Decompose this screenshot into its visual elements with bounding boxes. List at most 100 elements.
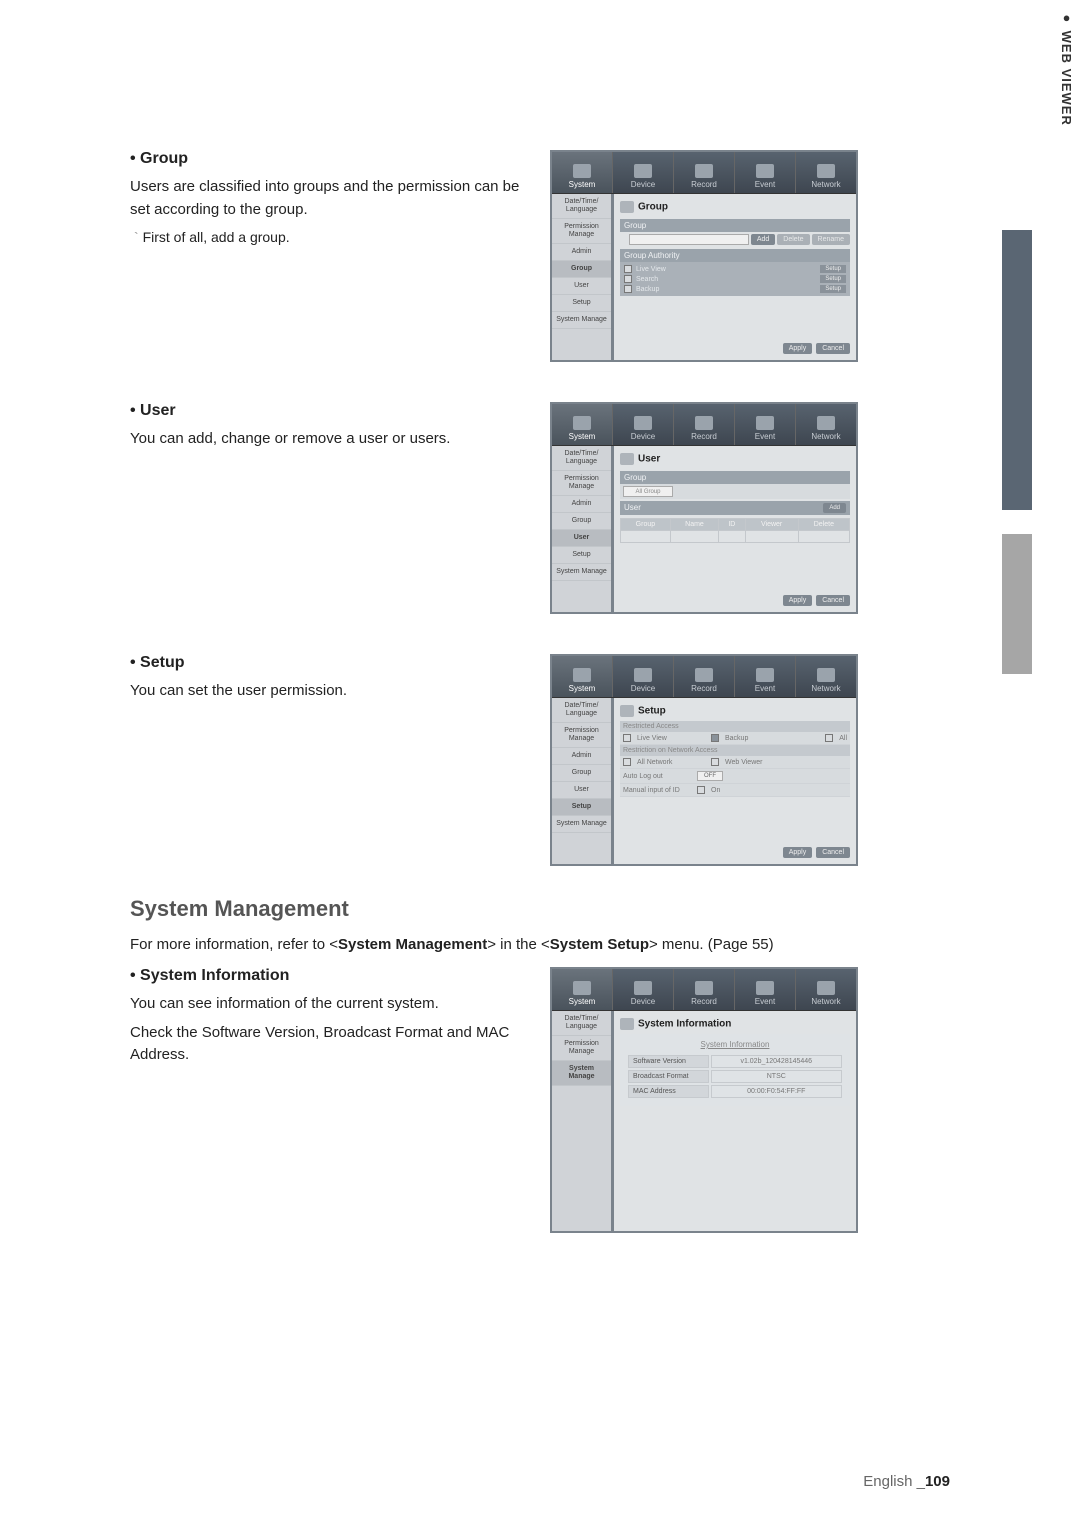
sidebar-group[interactable]: Group: [552, 261, 611, 278]
tab-event[interactable]: Event: [735, 656, 796, 697]
sidebar-sm[interactable]: System Manage: [552, 1061, 611, 1086]
mac-label: MAC Address: [628, 1085, 709, 1098]
chk-search[interactable]: [624, 275, 632, 283]
rename-button[interactable]: Rename: [812, 234, 850, 245]
setup-btn-1[interactable]: Setup: [820, 265, 846, 273]
user-desc: You can add, change or remove a user or …: [130, 428, 530, 451]
record-icon: [695, 416, 713, 430]
sysinfo-subtitle: System Information: [626, 1040, 844, 1049]
tab-event[interactable]: Event: [735, 152, 796, 193]
group-name-input[interactable]: [629, 234, 749, 245]
sidebar-user[interactable]: User: [552, 278, 611, 295]
tab-device[interactable]: Device: [613, 656, 674, 697]
sidebar-pm[interactable]: Permission Manage: [552, 471, 611, 496]
sidebar-setup[interactable]: Setup: [552, 799, 611, 816]
page-footer: English _109: [863, 1473, 950, 1490]
sidebar-setup[interactable]: Setup: [552, 547, 611, 564]
screenshot-setup: System Device Record Event Network Date/…: [550, 654, 858, 866]
apply-button[interactable]: Apply: [783, 595, 813, 606]
tab-event[interactable]: Event: [735, 404, 796, 445]
sidebar-admin[interactable]: Admin: [552, 496, 611, 513]
sidebar-user[interactable]: User: [552, 530, 611, 547]
chk-all[interactable]: [825, 734, 833, 742]
mac-value: 00:00:F0:54:FF:FF: [711, 1085, 842, 1098]
network-icon: [817, 668, 835, 682]
system-management-ref: For more information, refer to <System M…: [130, 936, 950, 953]
sv-label: Software Version: [628, 1055, 709, 1068]
chk-backup[interactable]: [624, 285, 632, 293]
cancel-button[interactable]: Cancel: [816, 595, 850, 606]
sysinfo-panel-icon: [620, 1018, 634, 1030]
tab-network[interactable]: Network: [796, 969, 856, 1010]
apply-button[interactable]: Apply: [783, 847, 813, 858]
setup-btn-3[interactable]: Setup: [820, 285, 846, 293]
tab-system[interactable]: System: [552, 656, 613, 697]
sidebar-group[interactable]: Group: [552, 765, 611, 782]
sidebar-dtl[interactable]: Date/Time/ Language: [552, 1011, 611, 1036]
apply-button[interactable]: Apply: [783, 343, 813, 354]
col-name: Name: [670, 519, 718, 531]
cancel-button[interactable]: Cancel: [816, 343, 850, 354]
network-icon: [817, 416, 835, 430]
tab-record[interactable]: Record: [674, 152, 735, 193]
group-select[interactable]: All Group: [623, 486, 673, 497]
sidebar-admin[interactable]: Admin: [552, 244, 611, 261]
tab-network[interactable]: Network: [796, 404, 856, 445]
sidebar-setup[interactable]: Setup: [552, 295, 611, 312]
tab-record[interactable]: Record: [674, 656, 735, 697]
sidebar-dtl[interactable]: Date/Time/ Language: [552, 446, 611, 471]
sidebar-dtl[interactable]: Date/Time/ Language: [552, 194, 611, 219]
device-icon: [634, 981, 652, 995]
sidebar-pm[interactable]: Permission Manage: [552, 219, 611, 244]
tab-system[interactable]: System: [552, 969, 613, 1010]
chk-liveview[interactable]: [624, 265, 632, 273]
section-sysinfo: • System Information You can see informa…: [130, 967, 950, 1233]
col-group: Group: [621, 519, 671, 531]
setup-desc: You can set the user permission.: [130, 680, 530, 703]
section-group: • Group Users are classified into groups…: [130, 150, 950, 362]
user-group-head: Group: [620, 471, 850, 484]
sidebar-sm[interactable]: System Manage: [552, 816, 611, 833]
autologout-select[interactable]: OFF: [697, 771, 723, 781]
chk-backup[interactable]: [711, 734, 719, 742]
sidebar-pm[interactable]: Permission Manage: [552, 1036, 611, 1061]
tab-device[interactable]: Device: [613, 152, 674, 193]
chk-webviewer[interactable]: [711, 758, 719, 766]
tab-device[interactable]: Device: [613, 404, 674, 445]
delete-button[interactable]: Delete: [777, 234, 809, 245]
setup-panel-icon: [620, 705, 634, 717]
add-button[interactable]: Add: [751, 234, 775, 245]
chk-liveview[interactable]: [623, 734, 631, 742]
sidebar-sm[interactable]: System Manage: [552, 312, 611, 329]
cancel-button[interactable]: Cancel: [816, 847, 850, 858]
sidebar-pm[interactable]: Permission Manage: [552, 723, 611, 748]
network-icon: [817, 981, 835, 995]
tab-device[interactable]: Device: [613, 969, 674, 1010]
chk-allnet[interactable]: [623, 758, 631, 766]
group-authority-head: Group Authority: [620, 249, 850, 262]
tab-system[interactable]: System: [552, 404, 613, 445]
sidebar-user[interactable]: User: [552, 782, 611, 799]
sidebar-group[interactable]: Group: [552, 513, 611, 530]
tab-record[interactable]: Record: [674, 969, 735, 1010]
user-table: Group Name ID Viewer Delete: [620, 518, 850, 543]
add-button[interactable]: Add: [823, 503, 846, 513]
section-setup: • Setup You can set the user permission.…: [130, 654, 950, 866]
tab-event[interactable]: Event: [735, 969, 796, 1010]
tab-record[interactable]: Record: [674, 404, 735, 445]
sidebar-sm[interactable]: System Manage: [552, 564, 611, 581]
sidebar-admin[interactable]: Admin: [552, 748, 611, 765]
tab-network[interactable]: Network: [796, 656, 856, 697]
lbl-webviewer: Web Viewer: [725, 759, 762, 766]
chk-manualid[interactable]: [697, 786, 705, 794]
setup-btn-2[interactable]: Setup: [820, 275, 846, 283]
sidebar-dtl[interactable]: Date/Time/ Language: [552, 698, 611, 723]
event-icon: [756, 668, 774, 682]
record-icon: [695, 981, 713, 995]
tab-system[interactable]: System: [552, 152, 613, 193]
lbl-backup: Backup: [725, 735, 748, 742]
tab-network[interactable]: Network: [796, 152, 856, 193]
restriction-net-head: Restriction on Network Access: [620, 745, 850, 756]
sysinfo-desc1: You can see information of the current s…: [130, 993, 530, 1016]
user-heading: • User: [130, 402, 530, 420]
